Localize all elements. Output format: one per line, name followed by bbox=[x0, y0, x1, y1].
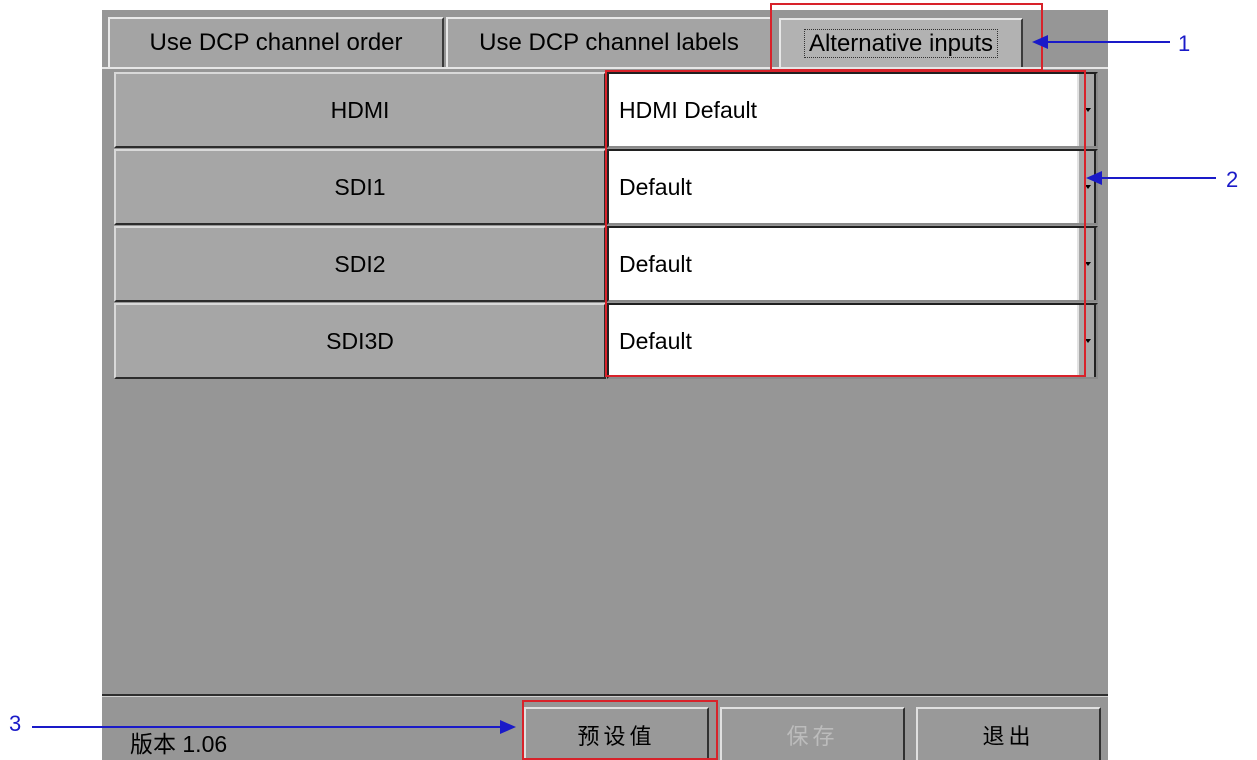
callout-number-1: 1 bbox=[1178, 31, 1191, 56]
save-button[interactable]: 保存 bbox=[720, 707, 905, 760]
tab-divider bbox=[102, 67, 1108, 69]
dropdown-button[interactable] bbox=[1077, 228, 1096, 300]
chevron-down-icon bbox=[1085, 185, 1091, 189]
sdi3d-select[interactable]: Default bbox=[607, 303, 1098, 379]
input-label-sdi2: SDI2 bbox=[114, 226, 606, 302]
settings-panel: Use DCP channel order Use DCP channel la… bbox=[102, 10, 1108, 760]
version-label: 版本 1.06 bbox=[130, 731, 228, 757]
callout-number-2: 2 bbox=[1226, 167, 1239, 192]
selected-value: Default bbox=[619, 328, 692, 354]
preset-button[interactable]: 预设值 bbox=[524, 707, 709, 760]
selected-value: Default bbox=[619, 174, 692, 200]
tab-label: Alternative inputs bbox=[803, 29, 999, 58]
sdi1-select[interactable]: Default bbox=[607, 149, 1098, 225]
tab-label: Use DCP channel order bbox=[149, 29, 403, 56]
hdmi-select[interactable]: HDMI Default bbox=[607, 72, 1098, 148]
tab-alternative-inputs[interactable]: Alternative inputs bbox=[779, 18, 1023, 67]
footer-divider bbox=[102, 694, 1108, 697]
tab-bar: Use DCP channel order Use DCP channel la… bbox=[102, 10, 1108, 69]
callout-number-3: 3 bbox=[9, 711, 22, 736]
chevron-down-icon bbox=[1085, 262, 1091, 266]
dropdown-button[interactable] bbox=[1077, 305, 1096, 377]
chevron-down-icon bbox=[1085, 108, 1091, 112]
input-label-sdi3d: SDI3D bbox=[114, 303, 606, 379]
exit-button[interactable]: 退出 bbox=[916, 707, 1101, 760]
sdi2-select[interactable]: Default bbox=[607, 226, 1098, 302]
input-label-sdi1: SDI1 bbox=[114, 149, 606, 225]
tab-dcp-channel-labels[interactable]: Use DCP channel labels bbox=[446, 17, 772, 67]
selected-value: Default bbox=[619, 251, 692, 277]
dropdown-button[interactable] bbox=[1077, 151, 1096, 223]
tab-label: Use DCP channel labels bbox=[479, 29, 739, 56]
dropdown-button[interactable] bbox=[1077, 74, 1096, 146]
tab-dcp-channel-order[interactable]: Use DCP channel order bbox=[108, 17, 444, 67]
chevron-down-icon bbox=[1085, 339, 1091, 343]
selected-value: HDMI Default bbox=[619, 97, 758, 123]
input-label-hdmi: HDMI bbox=[114, 72, 606, 148]
